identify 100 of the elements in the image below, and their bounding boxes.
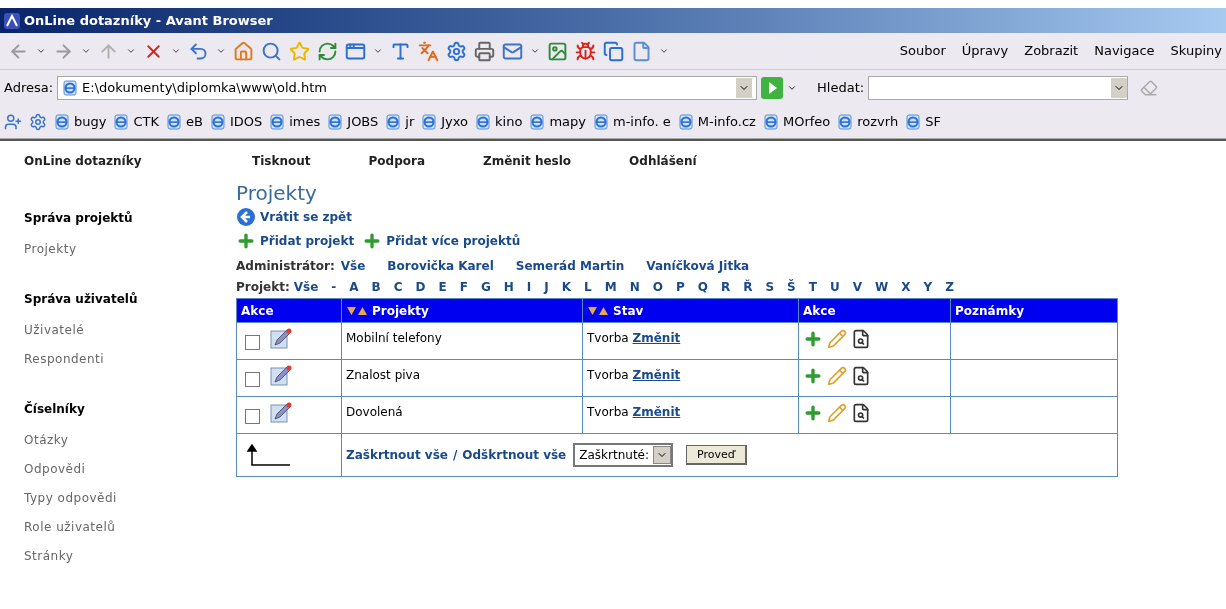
bookmark-link[interactable]: JOBS (327, 112, 379, 132)
filter-link[interactable]: U (829, 278, 840, 296)
filter-link[interactable]: Ř (743, 278, 753, 296)
settings-icon[interactable] (446, 40, 467, 62)
dropdown-icon[interactable] (787, 83, 798, 93)
filter-link[interactable]: D (415, 278, 426, 296)
dropdown-icon[interactable] (171, 46, 181, 56)
filter-link[interactable]: F (459, 278, 468, 296)
sidebar-item[interactable]: Role uživatelů (24, 518, 236, 536)
dropdown-icon[interactable] (373, 46, 383, 56)
filter-link[interactable]: J (544, 278, 549, 296)
document-search-icon[interactable] (851, 403, 871, 423)
dropdown-icon[interactable] (216, 46, 226, 56)
uncheck-all-link[interactable]: Odškrtnout vše (462, 446, 567, 464)
nav-link[interactable]: Odhlášení (629, 152, 697, 170)
bookmark-link[interactable]: bugy (54, 112, 107, 132)
back-link[interactable]: Vrátit se zpět (260, 208, 352, 226)
filter-link[interactable]: Vše (340, 257, 366, 275)
document-search-icon[interactable] (851, 366, 871, 386)
dropdown-icon[interactable] (126, 46, 136, 56)
bookmark-link[interactable]: eB (166, 112, 203, 132)
sidebar-item[interactable]: Stránky (24, 547, 236, 565)
bookmark-link[interactable]: CTK (113, 112, 159, 132)
filter-link[interactable]: H (503, 278, 514, 296)
plus-icon[interactable] (803, 366, 823, 386)
sidebar-item[interactable]: Otázky (24, 431, 236, 449)
change-link[interactable]: Změnit (632, 368, 681, 382)
add-link[interactable]: Přidat projekt (260, 232, 355, 250)
check-all-link[interactable]: Zaškrtnout vše (346, 446, 448, 464)
filter-link[interactable]: I (526, 278, 532, 296)
filter-link[interactable]: - (331, 278, 337, 296)
go-icon[interactable] (761, 77, 784, 99)
filter-link[interactable]: Vaníčková Jitka (646, 257, 750, 275)
edit-note-icon[interactable] (270, 328, 292, 350)
filter-link[interactable]: X (901, 278, 911, 296)
row-checkbox[interactable] (245, 372, 260, 387)
bookmark-link[interactable]: m-info. e (593, 112, 671, 132)
filter-link[interactable]: C (393, 278, 403, 296)
dropdown-icon[interactable] (36, 46, 46, 56)
column-header[interactable]: Stav (582, 298, 799, 323)
menu-item[interactable]: Soubor (899, 41, 946, 61)
edit-note-icon[interactable] (270, 402, 292, 424)
filter-link[interactable]: A (349, 278, 359, 296)
filter-link[interactable]: Q (697, 278, 708, 296)
filter-link[interactable]: K (561, 278, 572, 296)
bookmark-link[interactable]: mapy (529, 112, 586, 132)
menu-item[interactable]: Skupiny (1170, 41, 1222, 61)
bookmark-link[interactable]: jr (385, 112, 415, 132)
refresh-icon[interactable] (317, 40, 338, 62)
dropdown-icon[interactable] (659, 46, 669, 56)
sort-arrows-icon[interactable] (587, 305, 609, 316)
filter-link[interactable]: Semerád Martin (515, 257, 625, 275)
printer-icon[interactable] (474, 40, 495, 62)
sidebar-item[interactable]: Uživatelé (24, 321, 236, 339)
filter-link[interactable]: M (604, 278, 617, 296)
edit-note-icon[interactable] (270, 365, 292, 387)
filter-link[interactable]: Y (923, 278, 933, 296)
plus-icon[interactable] (236, 231, 256, 251)
home-icon[interactable] (233, 40, 254, 62)
filter-link[interactable]: W (875, 278, 889, 296)
filter-link[interactable]: Z (945, 278, 954, 296)
search-icon[interactable] (261, 40, 282, 62)
action-select[interactable]: Zaškrtnuté: (573, 443, 673, 467)
sidebar-item[interactable]: Odpovědi (24, 460, 236, 478)
windows-icon[interactable] (603, 40, 624, 62)
filter-link[interactable]: V (852, 278, 862, 296)
filter-link[interactable]: O (652, 278, 663, 296)
filter-link[interactable]: R (720, 278, 731, 296)
menu-item[interactable]: Zobrazit (1024, 41, 1079, 61)
filter-link[interactable]: Borovička Karel (387, 257, 494, 275)
bookmark-link[interactable]: M-info.cz (677, 112, 756, 132)
nav-link[interactable]: Tisknout (252, 152, 311, 170)
nav-link[interactable]: OnLine dotazníky (24, 152, 142, 170)
filter-link[interactable]: T (808, 278, 817, 296)
filter-link[interactable]: N (629, 278, 640, 296)
sidebar-item[interactable]: Typy odpovědi (24, 489, 236, 507)
bookmark-link[interactable]: kino (475, 112, 523, 132)
dropdown-icon[interactable] (530, 46, 540, 56)
translate-icon[interactable] (418, 40, 439, 62)
filter-link[interactable]: L (584, 278, 592, 296)
bookmark-link[interactable]: Jyxo (421, 112, 469, 132)
filter-link[interactable]: Vše (293, 278, 319, 296)
column-header[interactable]: Projekty (341, 298, 583, 323)
document-search-icon[interactable] (851, 329, 871, 349)
plus-icon[interactable] (803, 403, 823, 423)
bookmark-link[interactable]: MOrfeo (762, 112, 831, 132)
star-icon[interactable] (289, 40, 310, 62)
add-link[interactable]: Přidat více projektů (386, 232, 521, 250)
filter-link[interactable]: E (438, 278, 447, 296)
nav-link[interactable]: Změnit heslo (483, 152, 572, 170)
bookmark-link[interactable]: imes (269, 112, 321, 132)
bug-icon[interactable] (575, 40, 596, 62)
row-checkbox[interactable] (245, 335, 260, 350)
address-field[interactable]: E:\dokumenty\diplomka\www\old.htm (57, 76, 758, 100)
plus-icon[interactable] (803, 329, 823, 349)
menu-item[interactable]: Navigace (1094, 41, 1155, 61)
execute-button[interactable]: Proveď (686, 445, 747, 465)
bookmark-link[interactable]: IDOS (209, 112, 263, 132)
change-link[interactable]: Změnit (632, 331, 681, 345)
image-icon[interactable] (547, 40, 568, 62)
